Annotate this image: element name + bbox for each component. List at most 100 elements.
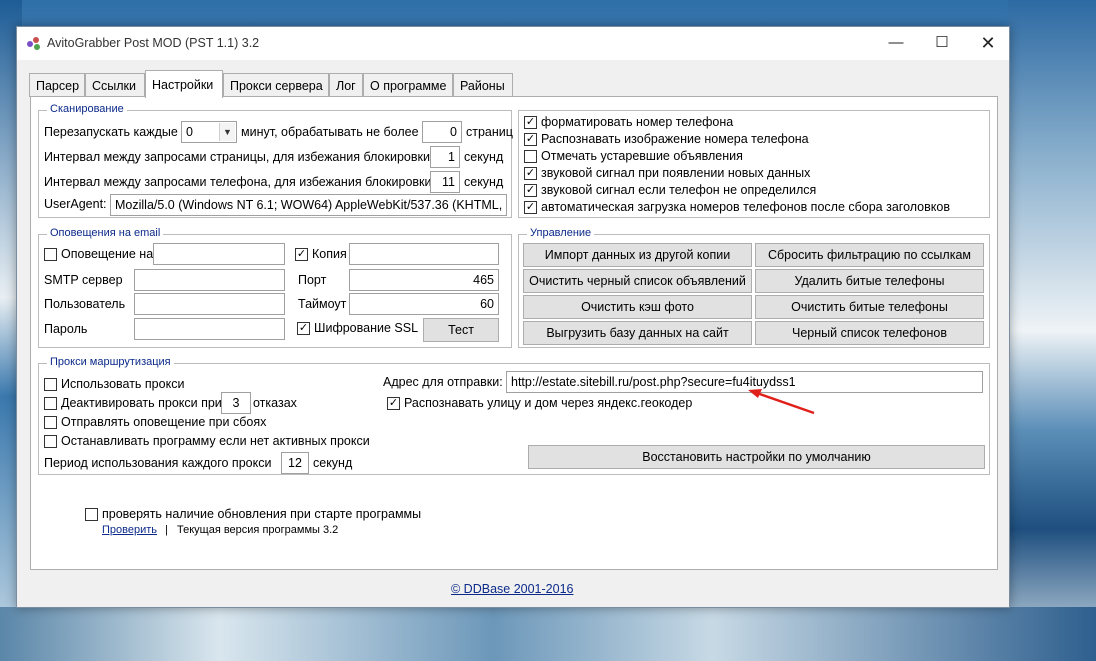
auto-load-phones-checkbox[interactable]: ✓ — [524, 201, 537, 214]
restore-defaults-button[interactable]: Восстановить настройки по умолчанию — [528, 445, 985, 469]
tab-links[interactable]: Ссылки — [85, 73, 145, 97]
pages-label: страниц — [466, 125, 513, 139]
tab-about[interactable]: О программе — [363, 73, 453, 97]
phone-interval-input[interactable]: 11 — [430, 171, 460, 193]
copyright-link[interactable]: © DDBase 2001-2016 — [451, 582, 573, 596]
max-pages-input[interactable]: 0 — [422, 121, 462, 143]
import-data-button[interactable]: Импорт данных из другой копии — [523, 243, 752, 267]
desktop-background-right — [1008, 0, 1096, 661]
user-input[interactable] — [134, 293, 285, 315]
sound-phone-fail-label: звуковой сигнал если телефон не определи… — [541, 183, 817, 197]
restart-label: Перезапускать каждые — [44, 125, 178, 139]
scan-group-title: Сканирование — [47, 103, 127, 115]
maximize-button[interactable]: ☐ — [919, 27, 965, 59]
tab-districts[interactable]: Районы — [453, 73, 513, 97]
deactivate-proxy-checkbox[interactable] — [44, 397, 57, 410]
ssl-checkbox[interactable]: ✓ — [297, 322, 310, 335]
minutes-label: минут, обрабатывать не более — [241, 125, 419, 139]
email-notify-checkbox[interactable] — [44, 248, 57, 261]
mark-outdated-label: Отмечать устаревшие объявления — [541, 149, 743, 163]
red-arrow-annotation — [748, 389, 815, 415]
check-updates-label: проверять наличие обновления при старте … — [102, 507, 422, 521]
title-bar[interactable]: AvitoGrabber Post MOD (PST 1.1) 3.2 — ☐ … — [17, 27, 1009, 60]
auto-load-phones-label: автоматическая загрузка номеров телефоно… — [541, 200, 950, 214]
tab-settings[interactable]: Настройки — [145, 70, 223, 98]
settings-page: Сканирование Перезапускать каждые 0 ▼ ми… — [30, 96, 998, 570]
email-notify-input[interactable] — [153, 243, 285, 265]
window-title: AvitoGrabber Post MOD (PST 1.1) 3.2 — [47, 36, 260, 50]
timeout-input[interactable]: 60 — [349, 293, 499, 315]
phone-blacklist-button[interactable]: Черный список телефонов — [755, 321, 984, 345]
app-window: AvitoGrabber Post MOD (PST 1.1) 3.2 — ☐ … — [16, 26, 1010, 608]
geocoder-checkbox[interactable]: ✓ — [387, 397, 400, 410]
chevron-down-icon[interactable]: ▼ — [219, 123, 235, 141]
clear-broken-phones-button[interactable]: Очистить битые телефоны — [755, 295, 984, 319]
email-notify-label: Оповещение на — [61, 247, 154, 261]
format-phone-label: форматировать номер телефона — [541, 115, 734, 129]
proxy-period-unit: секунд — [313, 456, 353, 470]
proxy-period-input[interactable]: 12 — [281, 452, 309, 474]
sound-new-data-label: звуковой сигнал при появлении новых данн… — [541, 166, 811, 180]
phone-interval-label: Интервал между запросами телефона, для и… — [44, 175, 432, 189]
tab-log[interactable]: Лог — [329, 73, 363, 97]
use-proxy-checkbox[interactable] — [44, 378, 57, 391]
deactivate-count-input[interactable]: 3 — [221, 392, 251, 414]
smtp-input[interactable] — [134, 269, 285, 291]
proxy-group: Прокси маршрутизация Использовать прокси… — [38, 356, 990, 475]
check-now-link[interactable]: Проверить — [102, 524, 157, 536]
email-copy-checkbox[interactable]: ✓ — [295, 248, 308, 261]
tab-proxy-servers[interactable]: Прокси сервера — [223, 73, 329, 97]
test-button[interactable]: Тест — [423, 318, 499, 342]
page-interval-input[interactable]: 1 — [430, 146, 460, 168]
notify-failures-label: Отправлять оповещение при сбоях — [61, 415, 267, 429]
recognize-phone-image-checkbox[interactable]: ✓ — [524, 133, 537, 146]
sound-new-data-checkbox[interactable]: ✓ — [524, 167, 537, 180]
use-proxy-label: Использовать прокси — [61, 377, 185, 391]
timeout-label: Таймоут — [298, 297, 347, 311]
check-updates-checkbox[interactable] — [85, 508, 98, 521]
geocoder-label: Распознавать улицу и дом через яндекс.ге… — [404, 396, 693, 410]
manage-group-title: Управление — [527, 227, 595, 239]
password-input[interactable] — [134, 318, 285, 340]
email-copy-input[interactable] — [349, 243, 499, 265]
useragent-input[interactable]: Mozilla/5.0 (Windows NT 6.1; WOW64) Appl… — [110, 194, 507, 216]
sound-phone-fail-checkbox[interactable]: ✓ — [524, 184, 537, 197]
version-separator: | — [165, 524, 168, 536]
clear-ad-blacklist-button[interactable]: Очистить черный список объявлений — [523, 269, 752, 293]
scan-group: Сканирование Перезапускать каждые 0 ▼ ми… — [38, 103, 513, 218]
deactivate-unit: отказах — [253, 396, 297, 410]
email-group: Оповещения на email Оповещение на ✓ Копи… — [38, 227, 512, 348]
manage-group: Управление Импорт данных из другой копии… — [518, 227, 990, 348]
proxy-period-label: Период использования каждого прокси — [44, 456, 272, 470]
port-input[interactable]: 465 — [349, 269, 499, 291]
stop-no-proxy-checkbox[interactable] — [44, 435, 57, 448]
close-button[interactable]: ✕ — [965, 27, 1011, 59]
smtp-label: SMTP сервер — [44, 273, 123, 287]
current-version-text: Текущая версия программы 3.2 — [177, 524, 339, 536]
useragent-label: UserAgent: — [44, 197, 107, 211]
mark-outdated-checkbox[interactable] — [524, 150, 537, 163]
deactivate-proxy-label: Деактивировать прокси при — [61, 396, 222, 410]
clear-photo-cache-button[interactable]: Очистить кэш фото — [523, 295, 752, 319]
stop-no-proxy-label: Останавливать программу если нет активны… — [61, 434, 370, 448]
proxy-group-title: Прокси маршрутизация — [47, 356, 174, 368]
page-interval-label: Интервал между запросами страницы, для и… — [44, 150, 430, 164]
user-label: Пользователь — [44, 297, 126, 311]
phone-interval-unit: секунд — [464, 175, 504, 189]
recognize-phone-image-label: Распознавать изображение номера телефона — [541, 132, 809, 146]
minimize-button[interactable]: — — [873, 27, 919, 59]
upload-database-button[interactable]: Выгрузить базу данных на сайт — [523, 321, 752, 345]
tab-parser[interactable]: Парсер — [29, 73, 85, 97]
format-phone-checkbox[interactable]: ✓ — [524, 116, 537, 129]
restart-select[interactable]: 0 ▼ — [181, 121, 237, 143]
restart-select-value: 0 — [186, 125, 193, 139]
notify-failures-checkbox[interactable] — [44, 416, 57, 429]
email-copy-label: Копия — [312, 247, 347, 261]
desktop-background-bottom — [0, 607, 1096, 661]
delete-broken-phones-button[interactable]: Удалить битые телефоны — [755, 269, 984, 293]
app-logo-icon — [27, 37, 41, 51]
port-label: Порт — [298, 273, 327, 287]
ssl-label: Шифрование SSL — [314, 321, 419, 335]
email-group-title: Оповещения на email — [47, 227, 164, 239]
reset-link-filter-button[interactable]: Сбросить фильтрацию по ссылкам — [755, 243, 984, 267]
